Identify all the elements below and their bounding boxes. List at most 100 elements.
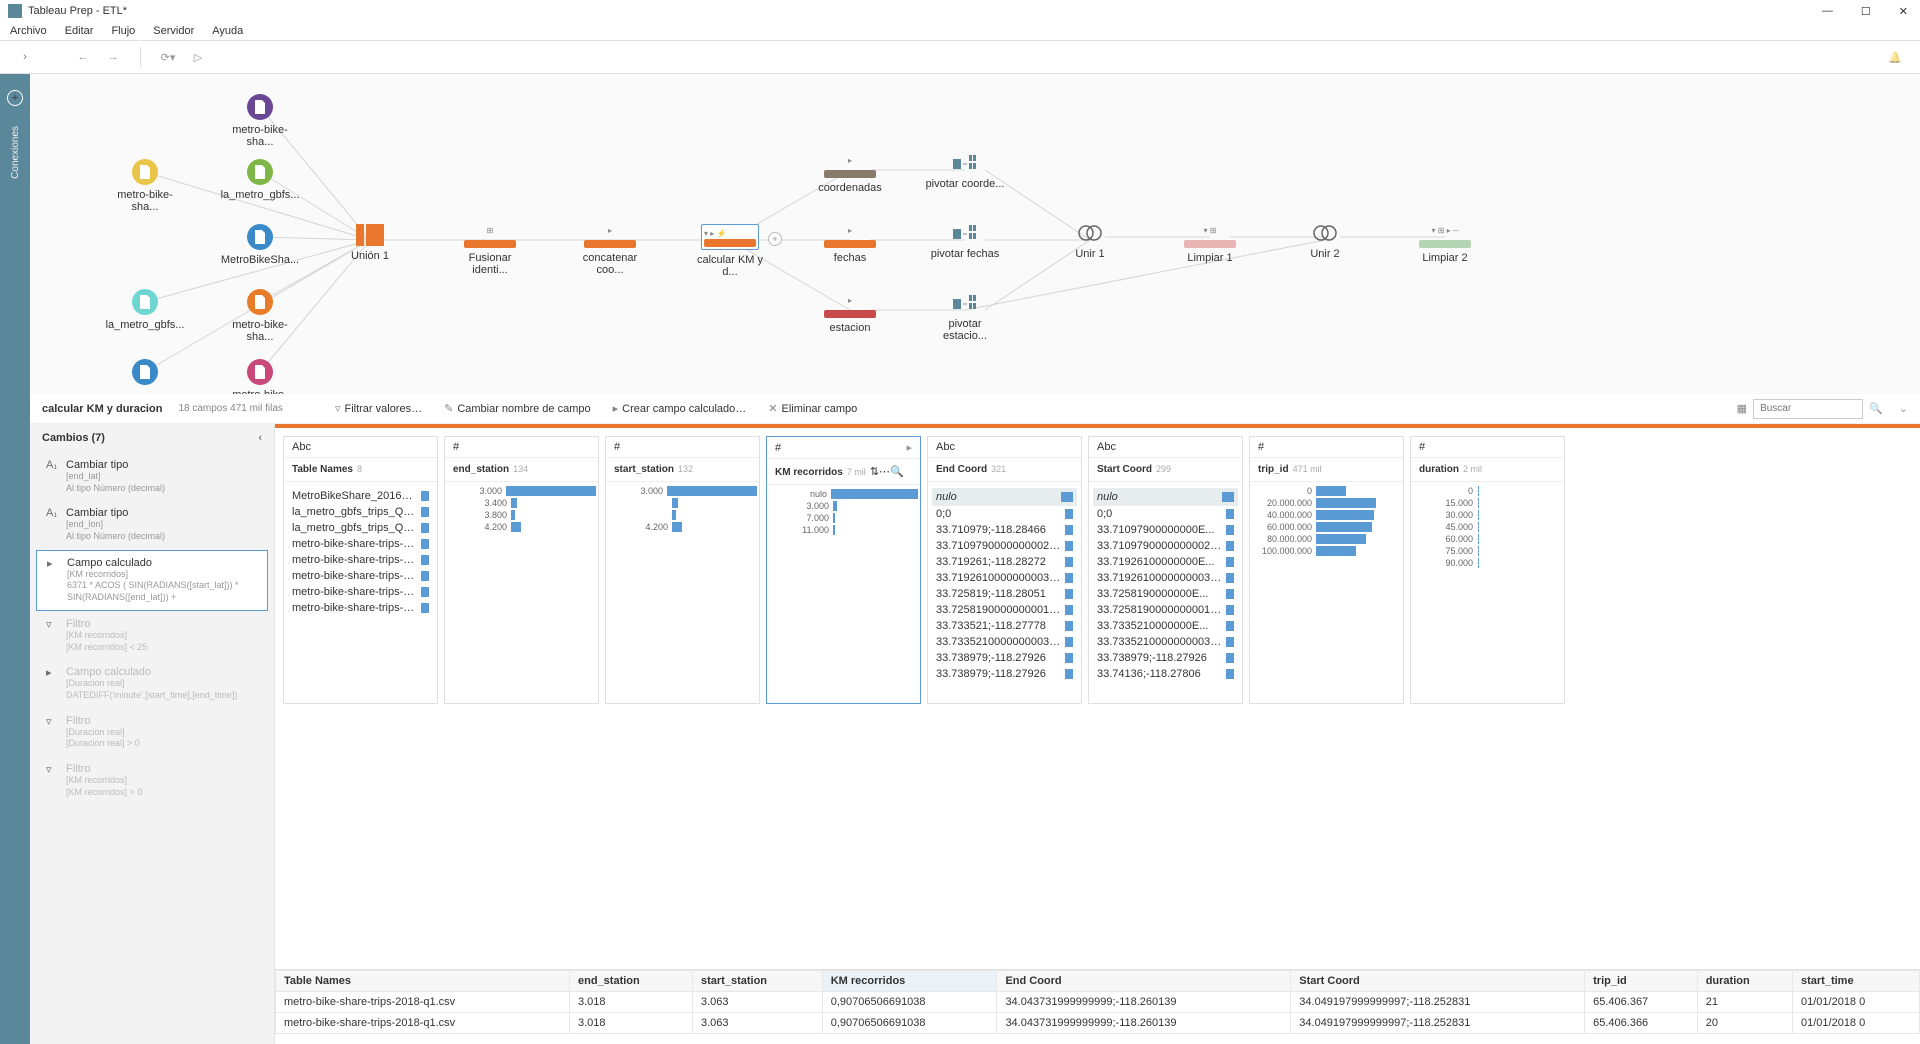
refresh-button[interactable]: ⟳▾ — [157, 46, 179, 68]
list-view-icon[interactable]: ▦ — [1737, 402, 1747, 415]
join-node[interactable]: Unir 1 — [1050, 224, 1130, 260]
grid-header[interactable]: KM recorridos — [822, 971, 997, 992]
change-item[interactable]: A₁Cambiar tipo[end_lat]Al tipo Número (d… — [36, 453, 268, 500]
branch-step-node[interactable]: ▸fechas — [810, 224, 890, 264]
datasource-node[interactable]: MetroBikeSha... — [220, 224, 300, 266]
grid-cell[interactable]: 0,90706506691038 — [822, 992, 997, 1013]
branch-step-node[interactable]: ▸coordenadas — [810, 154, 890, 194]
grid-cell[interactable]: 3.063 — [693, 992, 823, 1013]
grid-header[interactable]: start_time — [1793, 971, 1920, 992]
grid-cell[interactable]: 3.018 — [570, 1013, 693, 1034]
collapse-icon[interactable]: ⌄ — [1899, 402, 1908, 415]
menu-ayuda[interactable]: Ayuda — [212, 25, 243, 37]
clean-step-node[interactable]: ▾ ⊞ ▸ ─Limpiar 2 — [1405, 224, 1485, 264]
profile-card[interactable]: #trip_id471 mil020.000.00040.000.00060.0… — [1249, 436, 1404, 704]
change-item[interactable]: ▿Filtro[KM recorridos][KM recorridos] > … — [36, 757, 268, 804]
close-button[interactable]: ✕ — [1895, 3, 1912, 20]
clean-step-node[interactable]: ⊞Fusionar identi... — [450, 224, 530, 276]
datasource-node[interactable]: la_metro_gbfs... — [220, 159, 300, 201]
grid-cell[interactable]: 34.043731999999999;-118.260139 — [997, 1013, 1291, 1034]
back-button[interactable]: ← — [72, 46, 94, 68]
datasource-node[interactable]: metro-bike-sha... — [220, 359, 300, 394]
search-icon[interactable]: 🔍 — [1869, 402, 1883, 415]
menu-flujo[interactable]: Flujo — [111, 25, 135, 37]
add-step-button[interactable]: + — [768, 232, 782, 246]
search-field-icon[interactable]: 🔍 — [890, 466, 904, 478]
grid-cell[interactable]: 01/01/2018 0 — [1793, 1013, 1920, 1034]
grid-cell[interactable]: metro-bike-share-trips-2018-q1.csv — [276, 1013, 570, 1034]
join-node[interactable]: Unir 2 — [1285, 224, 1365, 260]
step-name: calcular KM y duracion — [42, 403, 162, 415]
add-connection-button[interactable]: + — [7, 90, 23, 106]
change-item[interactable]: A₁Cambiar tipo[end_lon]Al tipo Número (d… — [36, 501, 268, 548]
grid-cell[interactable]: 34.043731999999999;-118.260139 — [997, 992, 1291, 1013]
grid-header[interactable]: End Coord — [997, 971, 1291, 992]
profile-card[interactable]: AbcStart Coord299nulo0;033.7109790000000… — [1088, 436, 1243, 704]
grid-header[interactable]: Start Coord — [1291, 971, 1585, 992]
menubar: Archivo Editar Flujo Servidor Ayuda — [0, 22, 1920, 40]
step-tool-3[interactable]: ✕Eliminar campo — [768, 402, 857, 415]
grid-cell[interactable]: 01/01/2018 0 — [1793, 992, 1920, 1013]
minimize-button[interactable]: — — [1818, 3, 1837, 20]
datasource-node[interactable]: metro-bike-sha... — [220, 94, 300, 148]
datasource-node[interactable] — [105, 359, 185, 389]
change-item[interactable]: ▸Campo calculado[KM recorridos]6371 * AC… — [36, 550, 268, 611]
grid-cell[interactable]: 3.018 — [570, 992, 693, 1013]
pivot-node[interactable]: pivotar estacio... — [925, 294, 1005, 342]
menu-editar[interactable]: Editar — [65, 25, 94, 37]
forward-button[interactable]: → — [102, 46, 124, 68]
profile-card[interactable]: AbcEnd Coord321nulo0;033.710979;-118.284… — [927, 436, 1082, 704]
datasource-node[interactable]: metro-bike-sha... — [105, 159, 185, 213]
grid-cell[interactable]: 34.049197999999997;-118.252831 — [1291, 1013, 1585, 1034]
grid-cell[interactable]: 3.063 — [693, 1013, 823, 1034]
datasource-node[interactable]: la_metro_gbfs... — [105, 289, 185, 331]
profile-card[interactable]: #end_station1343.0003.4003.8004.200 — [444, 436, 599, 704]
grid-cell[interactable]: 20 — [1697, 1013, 1792, 1034]
grid-header[interactable]: duration — [1697, 971, 1792, 992]
change-item[interactable]: ▿Filtro[Duracion real][Duracion real] > … — [36, 709, 268, 756]
change-item[interactable]: ▿Filtro[KM recorridos][KM recorridos] < … — [36, 612, 268, 659]
grid-header[interactable]: start_station — [693, 971, 823, 992]
step-tool-1[interactable]: ✎Cambiar nombre de campo — [444, 402, 591, 415]
search-input[interactable] — [1753, 399, 1863, 419]
grid-header[interactable]: Table Names — [276, 971, 570, 992]
pivot-node[interactable]: pivotar coorde... — [925, 154, 1005, 190]
expand-sidebar-button[interactable]: › — [14, 46, 36, 68]
grid-cell[interactable]: metro-bike-share-trips-2018-q1.csv — [276, 992, 570, 1013]
app-icon — [8, 4, 22, 18]
grid-cell[interactable]: 65.406.366 — [1585, 1013, 1698, 1034]
sort-icon[interactable]: ⇅ — [870, 466, 879, 478]
collapse-changes-icon[interactable]: ‹ — [258, 432, 262, 444]
data-grid[interactable]: Table Namesend_stationstart_stationKM re… — [275, 969, 1920, 1044]
grid-cell[interactable]: 0,90706506691038 — [822, 1013, 997, 1034]
branch-step-node[interactable]: ▸estacion — [810, 294, 890, 334]
changes-header[interactable]: Cambios (7) ‹ — [30, 424, 274, 452]
window-title: Tableau Prep - ETL* — [28, 5, 127, 17]
pivot-node[interactable]: pivotar fechas — [925, 224, 1005, 260]
union-node[interactable]: Unión 1 — [330, 224, 410, 262]
step-tool-2[interactable]: ▸Crear campo calculado… — [613, 402, 747, 415]
menu-archivo[interactable]: Archivo — [10, 25, 47, 37]
step-tool-0[interactable]: ▿Filtrar valores… — [335, 402, 422, 415]
run-button[interactable]: ▷ — [187, 46, 209, 68]
profile-card[interactable]: #duration2 mil015.00030.00045.00060.0007… — [1410, 436, 1565, 704]
flow-canvas[interactable]: metro-bike-sha... metro-bike-sha... la_met… — [30, 74, 1920, 394]
menu-servidor[interactable]: Servidor — [153, 25, 194, 37]
change-item[interactable]: ▸Campo calculado[Duracion real]DATEDIFF(… — [36, 660, 268, 707]
clean-step-node[interactable]: ▾ ⊞Limpiar 1 — [1170, 224, 1250, 264]
clean-step-node[interactable]: ▾ ▸ ⚡calcular KM y d... — [690, 224, 770, 278]
step-meta: 18 campos 471 mil filas — [178, 403, 283, 414]
profile-card[interactable]: AbcTable Names8MetroBikeShare_2016_Q3...… — [283, 436, 438, 704]
maximize-button[interactable]: ☐ — [1857, 3, 1875, 20]
grid-header[interactable]: end_station — [570, 971, 693, 992]
clean-step-node[interactable]: ▸concatenar coo... — [570, 224, 650, 276]
grid-header[interactable]: trip_id — [1585, 971, 1698, 992]
grid-cell[interactable]: 21 — [1697, 992, 1792, 1013]
grid-cell[interactable]: 65.406.367 — [1585, 992, 1698, 1013]
grid-cell[interactable]: 34.049197999999997;-118.252831 — [1291, 992, 1585, 1013]
profile-card[interactable]: #start_station1323.0004.200 — [605, 436, 760, 704]
profile-card[interactable]: #▸KM recorridos7 mil⇅⋯🔍nulo3.0007.00011.… — [766, 436, 921, 704]
notifications-icon[interactable]: 🔔 — [1884, 46, 1906, 68]
datasource-node[interactable]: metro-bike-sha... — [220, 289, 300, 343]
more-icon[interactable]: ⋯ — [879, 466, 890, 478]
